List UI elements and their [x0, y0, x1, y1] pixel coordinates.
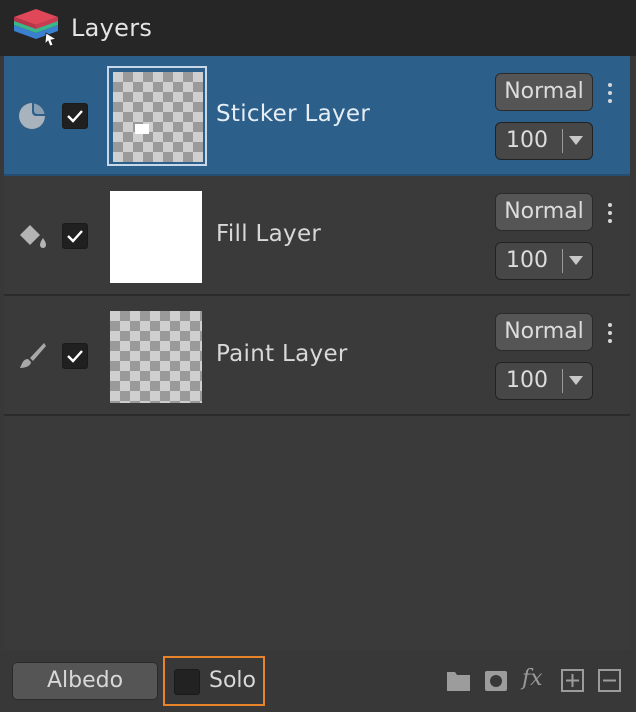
layer-thumbnail[interactable]	[107, 66, 207, 166]
paint-bucket-icon	[20, 225, 46, 248]
brush-icon	[20, 343, 46, 368]
blend-mode-dropdown[interactable]: Normal	[495, 73, 593, 111]
layer-row-fill[interactable]: Fill Layer Normal 100	[4, 176, 630, 296]
layer-name[interactable]: Sticker Layer	[216, 101, 370, 127]
visibility-checkbox[interactable]	[62, 223, 88, 249]
opacity-dropdown[interactable]: 100	[495, 242, 593, 280]
chevron-down-icon[interactable]	[569, 136, 583, 145]
chevron-down-icon[interactable]	[569, 256, 583, 265]
blend-mode-dropdown[interactable]: Normal	[495, 193, 593, 231]
chevron-down-icon[interactable]	[569, 376, 583, 385]
add-layer-icon[interactable]	[560, 668, 586, 694]
visibility-checkbox[interactable]	[62, 103, 88, 129]
opacity-dropdown[interactable]: 100	[495, 122, 593, 160]
visibility-checkbox[interactable]	[62, 343, 88, 369]
layers-panel: Layers Sticker Layer Normal 100 Fill Lay…	[0, 0, 636, 712]
blend-mode-dropdown[interactable]: Normal	[495, 313, 593, 351]
opacity-value: 100	[506, 248, 548, 273]
solo-label: Solo	[209, 668, 256, 693]
opacity-dropdown[interactable]: 100	[495, 362, 593, 400]
mask-icon[interactable]	[483, 668, 509, 694]
layer-thumbnail[interactable]	[107, 186, 207, 286]
solo-checkbox[interactable]	[174, 669, 200, 695]
panel-footer: Albedo Solo fx	[0, 650, 636, 712]
solo-toggle[interactable]: Solo	[163, 656, 265, 706]
layers-app-icon	[14, 9, 58, 47]
more-options-icon[interactable]	[604, 203, 616, 227]
remove-layer-icon[interactable]	[597, 668, 623, 694]
more-options-icon[interactable]	[604, 83, 616, 107]
layer-thumbnail[interactable]	[107, 306, 207, 406]
panel-title: Layers	[71, 14, 153, 42]
folder-icon[interactable]	[446, 668, 472, 694]
layer-list: Sticker Layer Normal 100 Fill Layer Norm…	[4, 56, 630, 650]
layer-row-paint[interactable]: Paint Layer Normal 100	[4, 296, 630, 416]
layer-row-sticker[interactable]: Sticker Layer Normal 100	[4, 56, 630, 176]
channel-button[interactable]: Albedo	[12, 662, 158, 700]
opacity-value: 100	[506, 128, 548, 153]
layer-name[interactable]: Paint Layer	[216, 341, 348, 367]
sticker-icon	[19, 103, 45, 129]
opacity-value: 100	[506, 368, 548, 393]
panel-header: Layers	[0, 0, 636, 56]
layer-name[interactable]: Fill Layer	[216, 221, 321, 247]
fx-icon[interactable]: fx	[522, 666, 543, 691]
more-options-icon[interactable]	[604, 323, 616, 347]
